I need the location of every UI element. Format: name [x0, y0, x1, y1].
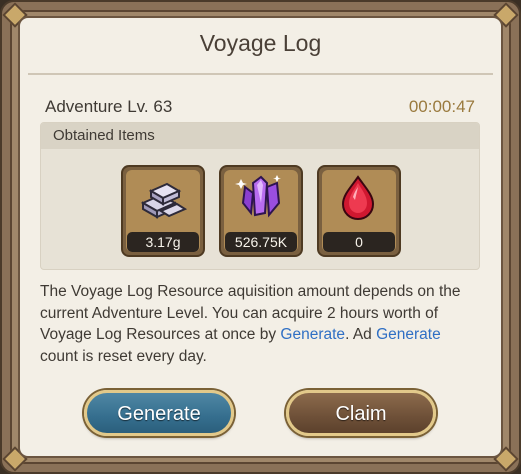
timer: 00:00:47: [408, 97, 475, 116]
item-count: 526.75K: [225, 232, 297, 252]
red-gem-icon: [341, 175, 375, 221]
item-slot-silver-bars[interactable]: 3.17g: [121, 165, 205, 257]
item-slot-red-gem[interactable]: 0: [317, 165, 401, 257]
description-text: The Voyage Log Resource aquisition amoun…: [40, 281, 480, 367]
ad-generate-link[interactable]: Generate: [376, 326, 441, 343]
description-part: count is reset every day.: [40, 347, 207, 365]
item-count: 3.17g: [127, 232, 199, 252]
obtained-items-header: Obtained Items: [41, 123, 479, 149]
description-part: . Ad: [345, 326, 377, 343]
adventure-level-label: Adventure Lv. 63: [45, 97, 173, 116]
generate-link[interactable]: Generate: [280, 326, 345, 343]
obtained-items-box: Obtained Items 3.17g 526.75K 0: [40, 122, 480, 270]
purple-crystal-icon: [235, 175, 281, 218]
silver-bars-icon: [140, 182, 187, 219]
generate-button[interactable]: Generate: [84, 390, 234, 436]
title-divider: [28, 73, 493, 75]
dialog-title: Voyage Log: [199, 30, 322, 56]
claim-button[interactable]: Claim: [286, 390, 436, 436]
item-slot-purple-crystal[interactable]: 526.75K: [219, 165, 303, 257]
item-count: 0: [323, 232, 395, 252]
